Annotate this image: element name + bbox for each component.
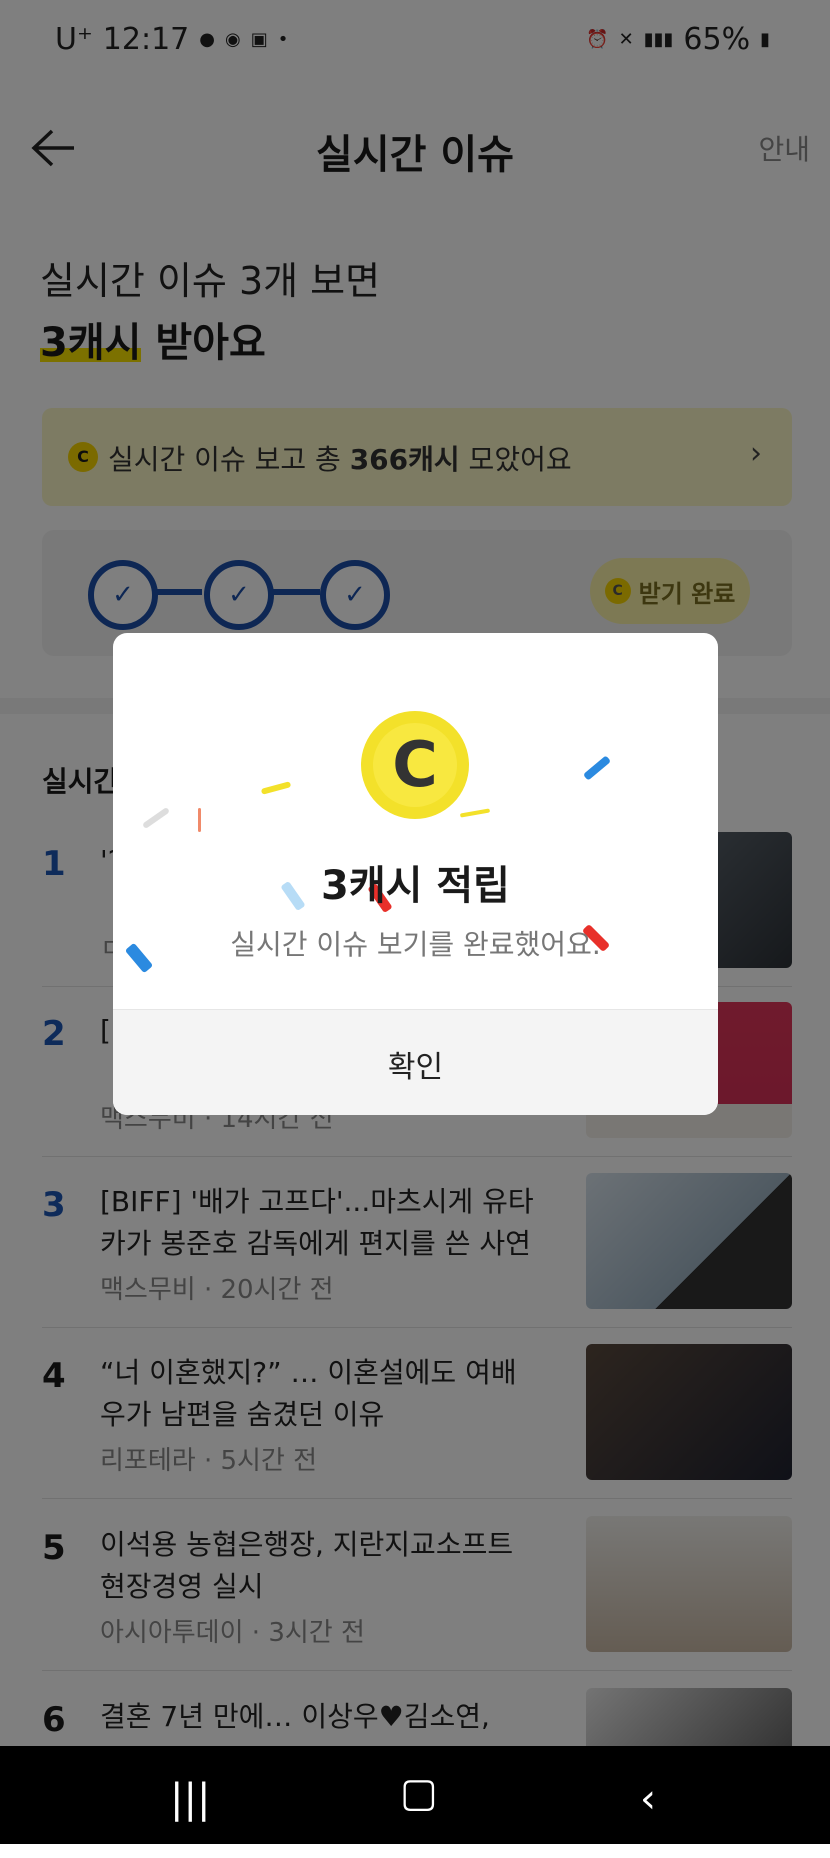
home-icon[interactable]: ▢ [400,1770,438,1816]
confetti [198,808,201,832]
reward-dialog: C 3캐시 적립 실시간 이슈 보기를 완료했어요. 확인 [113,633,718,1115]
confetti [582,755,612,781]
system-nav-bar: ||| ▢ ‹ [0,1746,830,1844]
confirm-button[interactable]: 확인 [113,1009,718,1115]
dialog-title: 3캐시 적립 [321,863,510,909]
confetti [260,781,292,795]
confetti [141,806,171,830]
confirm-label: 확인 [387,1050,444,1085]
coin-icon: C [361,711,469,819]
dialog-message: 실시간 이슈 보기를 완료했어요. [230,928,601,961]
back-icon[interactable]: ‹ [640,1776,656,1822]
recent-apps-icon[interactable]: ||| [170,1776,210,1822]
confetti [459,808,491,818]
